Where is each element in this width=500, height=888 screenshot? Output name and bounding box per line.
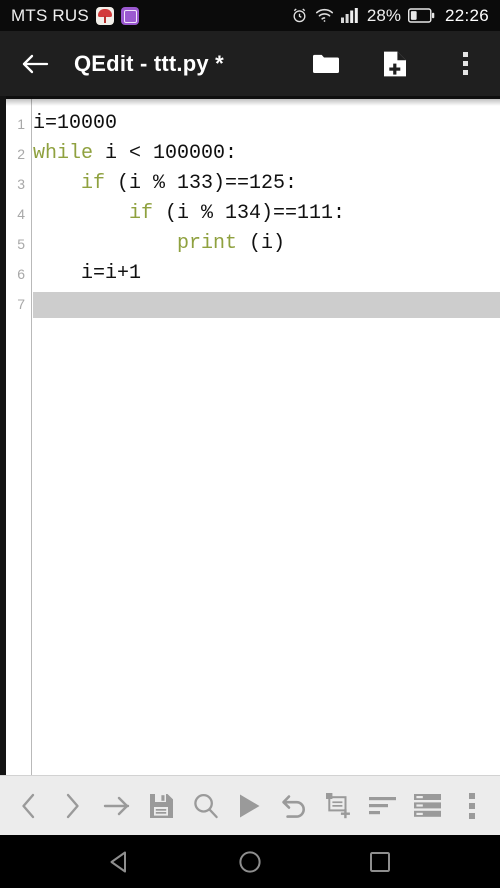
- android-recents-button[interactable]: [358, 840, 402, 884]
- folder-icon: [312, 54, 339, 73]
- code-line[interactable]: 2 while i < 100000:: [6, 139, 500, 169]
- save-button[interactable]: [145, 786, 177, 826]
- circle-icon: [239, 850, 261, 873]
- code-plain: [33, 232, 177, 255]
- code-plain: i=i+1: [33, 262, 142, 285]
- code-plain: i < 100000:: [93, 142, 238, 165]
- run-button[interactable]: [234, 786, 266, 826]
- code-plain: (i): [237, 232, 286, 255]
- clock-label: 22:26: [444, 5, 489, 25]
- code-keyword: if: [81, 172, 106, 195]
- wifi-icon: [315, 8, 334, 23]
- mushroom-app-icon: [95, 6, 114, 25]
- line-number: 7: [17, 296, 25, 312]
- toolbar-overflow-button[interactable]: [456, 786, 488, 826]
- format-lines-button[interactable]: [367, 786, 399, 826]
- arrow-right-icon: [103, 796, 129, 815]
- kebab-menu-icon: [462, 52, 468, 75]
- code-text: if (i % 134)==111:: [33, 199, 345, 229]
- android-home-button[interactable]: [228, 840, 272, 884]
- nav-forward-button[interactable]: [56, 786, 88, 826]
- window-plus-icon: [326, 793, 351, 819]
- list-view-button[interactable]: [412, 786, 444, 826]
- file-plus-icon: [384, 51, 406, 76]
- back-arrow-icon: [22, 54, 49, 73]
- chevron-left-icon: [21, 793, 34, 818]
- list-rows-icon: [414, 794, 442, 817]
- play-icon: [240, 794, 260, 817]
- nav-back-button[interactable]: [12, 786, 44, 826]
- triangle-left-icon: [110, 851, 126, 872]
- app-bar-actions: [310, 49, 482, 79]
- code-text: while i < 100000:: [33, 139, 237, 169]
- purple-app-icon: [120, 6, 139, 25]
- code-plain: i=10000: [33, 112, 118, 135]
- undo-arrow-icon: [282, 795, 306, 818]
- current-line-highlight: [33, 292, 500, 318]
- new-file-button[interactable]: [380, 49, 410, 79]
- code-editor[interactable]: 1 i=10000 2 while i < 100000: 3 if (i % 133)…: [0, 96, 500, 775]
- back-button[interactable]: [18, 47, 52, 81]
- kebab-menu-icon: [468, 792, 475, 819]
- code-text: if (i % 133)==125:: [33, 169, 297, 199]
- editor-toolbar: [0, 775, 500, 835]
- code-text: i=10000: [33, 109, 117, 139]
- open-folder-button[interactable]: [310, 49, 340, 79]
- code-keyword: if: [129, 202, 154, 225]
- battery-icon: [407, 8, 435, 23]
- goto-line-button[interactable]: [101, 786, 133, 826]
- carrier-label: MTS RUS: [11, 5, 89, 25]
- floppy-disk-icon: [149, 793, 173, 818]
- code-plain: (i % 133)==125:: [105, 172, 298, 195]
- status-bar: MTS RUS 28% 22:26: [0, 0, 500, 31]
- code-line[interactable]: 6 i=i+1: [6, 259, 500, 289]
- code-lines[interactable]: 1 i=10000 2 while i < 100000: 3 if (i % 133)…: [6, 109, 500, 319]
- battery-percent-label: 28%: [366, 5, 401, 25]
- code-line[interactable]: 7: [6, 289, 500, 319]
- line-number: 6: [17, 266, 25, 282]
- phone-screen: MTS RUS 28% 22:26 QEdit - ttt.py * 1 i=1…: [0, 0, 500, 888]
- code-keyword: while: [33, 142, 94, 165]
- android-back-button[interactable]: [98, 840, 142, 884]
- code-line[interactable]: 5 print (i): [6, 229, 500, 259]
- square-icon: [370, 851, 390, 872]
- code-line[interactable]: 3 if (i % 133)==125:: [6, 169, 500, 199]
- status-icons: 28% 22:26: [291, 6, 489, 26]
- code-plain: (i % 134)==111:: [153, 202, 346, 225]
- line-number: 1: [17, 116, 25, 132]
- line-number: 5: [17, 236, 25, 252]
- page-title: QEdit - ttt.py *: [74, 50, 224, 76]
- undo-button[interactable]: [278, 786, 310, 826]
- new-tab-button[interactable]: [323, 786, 355, 826]
- search-button[interactable]: [190, 786, 222, 826]
- code-text: print (i): [33, 229, 285, 259]
- magnifier-icon: [193, 793, 218, 818]
- code-keyword: print: [177, 232, 238, 255]
- code-text: i=i+1: [33, 259, 141, 289]
- signal-icon: [340, 8, 359, 23]
- line-number: 4: [17, 206, 25, 222]
- code-plain: [33, 172, 81, 195]
- line-number: 2: [17, 146, 25, 162]
- overflow-menu-button[interactable]: [450, 49, 480, 79]
- app-bar: QEdit - ttt.py *: [0, 31, 500, 96]
- code-line[interactable]: 4 if (i % 134)==111:: [6, 199, 500, 229]
- chevron-right-icon: [66, 793, 79, 818]
- align-left-icon: [369, 796, 397, 814]
- android-nav-bar: [0, 835, 500, 888]
- line-number: 3: [17, 176, 25, 192]
- alarm-icon: [291, 7, 308, 24]
- code-plain: [33, 202, 129, 225]
- code-line[interactable]: 1 i=10000: [6, 109, 500, 139]
